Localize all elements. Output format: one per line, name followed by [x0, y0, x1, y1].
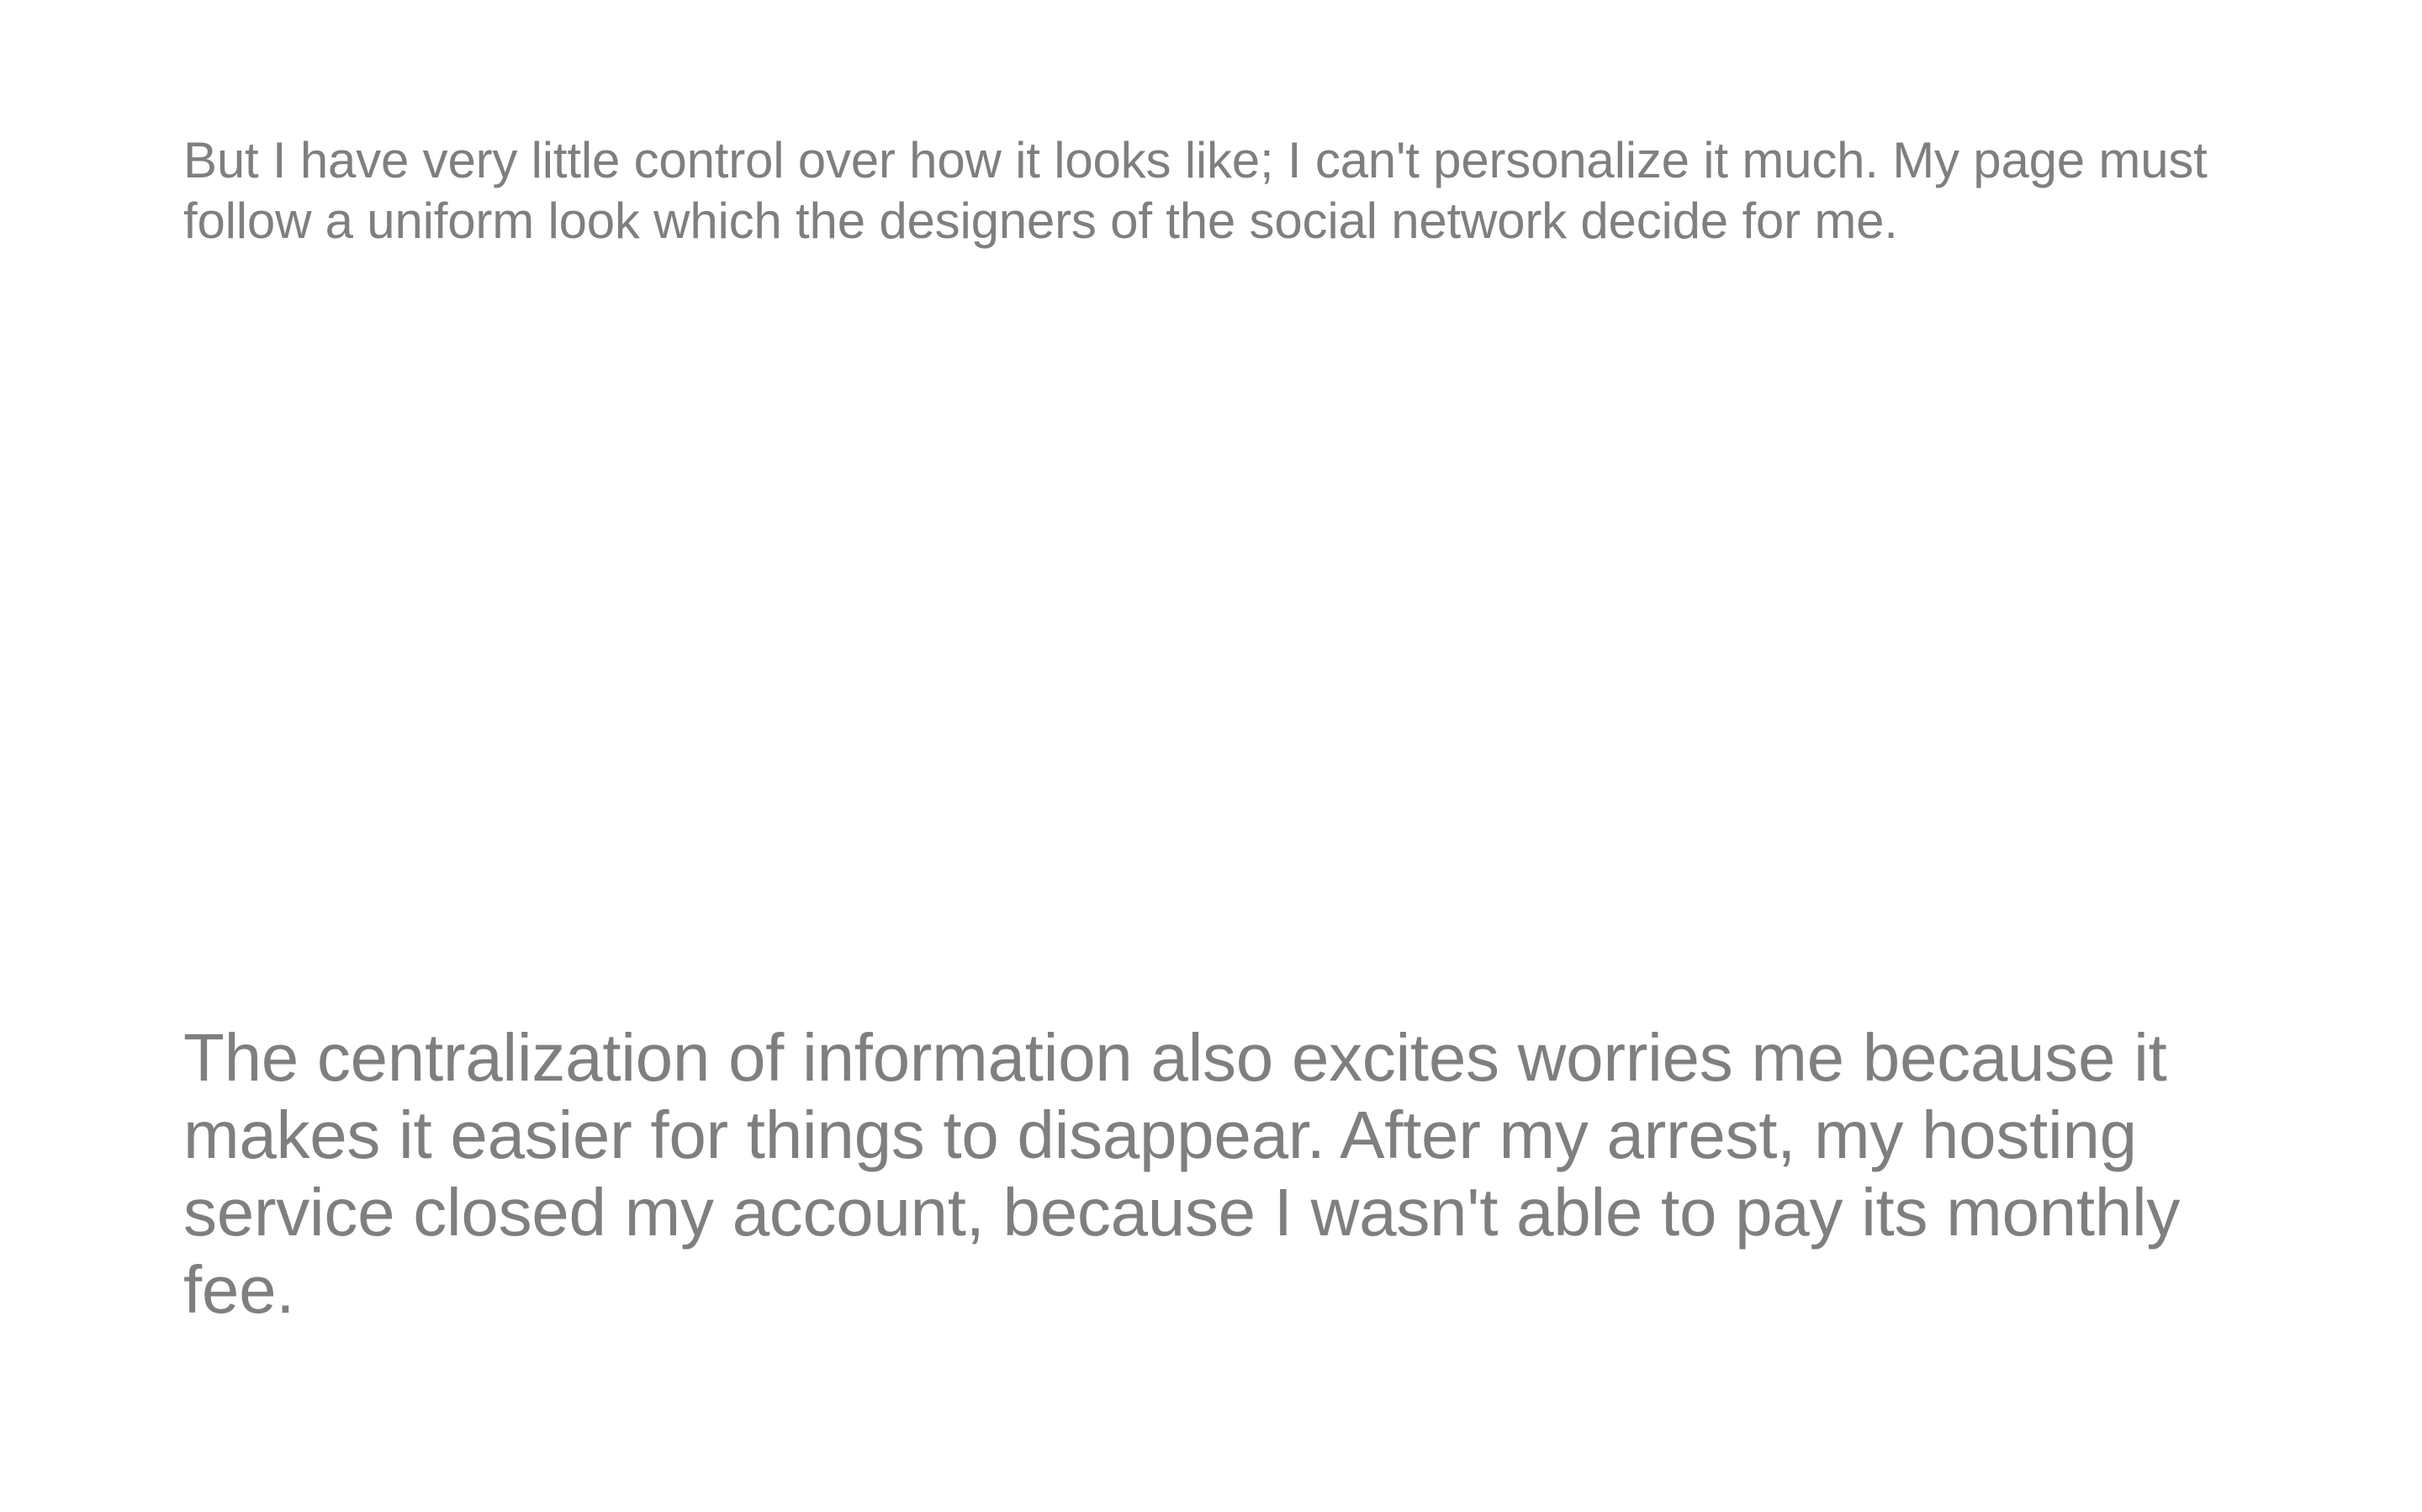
personalization-paragraph: But I have very little control over how …	[183, 132, 2208, 249]
centralization-paragraph: The centralization of information also e…	[183, 1020, 2181, 1327]
